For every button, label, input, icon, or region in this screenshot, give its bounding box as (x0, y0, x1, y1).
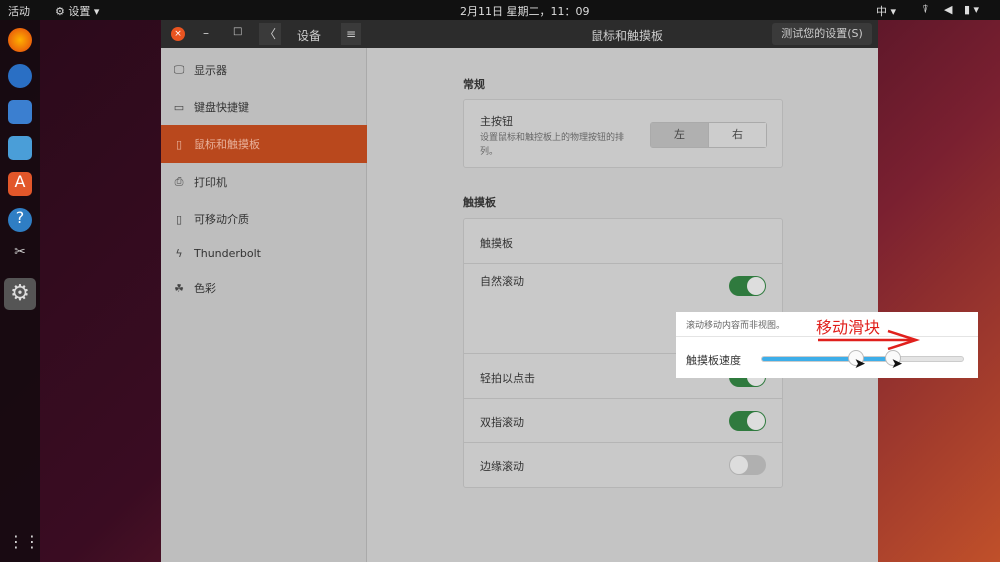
close-icon[interactable]: × (171, 27, 185, 41)
sidebar-item-color[interactable]: ☘ 色彩 (161, 269, 367, 307)
input-method[interactable]: 中 ▾ (876, 3, 896, 19)
document-icon[interactable] (8, 136, 32, 160)
sidebar-item-printers[interactable]: ⎙ 打印机 (161, 163, 367, 201)
sidebar-item-thunderbolt[interactable]: ϟ Thunderbolt (161, 234, 367, 272)
sidebar-item-label: 色彩 (194, 282, 216, 295)
settings-icon[interactable]: ⚙ (4, 278, 36, 310)
edge-scroll-switch[interactable] (729, 455, 766, 475)
help-icon[interactable]: ? (8, 208, 32, 232)
sidebar-item-display[interactable]: 🖵 显示器 (161, 51, 367, 89)
sidebar-item-label: 鼠标和触摸板 (194, 138, 260, 151)
right-button[interactable]: 右 (708, 123, 766, 147)
speed-slider-fill (762, 357, 893, 361)
header-bar: × – □ 〈 设备 ≡ 鼠标和触摸板 测试您的设置(S) (161, 20, 878, 48)
app-menu-label: 设置 ▾ (68, 5, 100, 18)
minimize-icon[interactable]: – (203, 26, 209, 40)
battery-icon[interactable]: ▮ ▾ (964, 3, 979, 16)
general-card: 主按钮 设置鼠标和触控板上的物理按钮的排列。 左 右 (463, 99, 783, 168)
edge-scroll-label: 边缘滚动 (480, 460, 524, 473)
test-settings-button[interactable]: 测试您的设置(S) (772, 23, 872, 45)
sidebar-item-removable-media[interactable]: ▯ 可移动介质 (161, 200, 367, 238)
thunderbolt-icon: ϟ (175, 246, 183, 260)
color-icon: ☘ (174, 281, 184, 295)
speed-label: 触摸板速度 (686, 354, 741, 367)
primary-button-toggle: 左 右 (650, 122, 767, 148)
display-icon: 🖵 (173, 63, 185, 76)
window-title: 鼠标和触摸板 (591, 29, 664, 43)
volume-icon[interactable]: ◀ (944, 3, 952, 16)
software-icon[interactable]: A (8, 172, 32, 196)
primary-button-desc: 设置鼠标和触控板上的物理按钮的排列。 (480, 133, 625, 157)
natural-scroll-label: 自然滚动 (480, 275, 524, 288)
tap-to-click-label: 轻拍以点击 (480, 372, 535, 385)
clock[interactable]: 2月11日 星期二，11：09 (460, 3, 590, 19)
firefox-icon[interactable] (8, 28, 32, 52)
usb-icon: ▯ (175, 212, 183, 226)
sidebar-item-label: Thunderbolt (194, 246, 261, 260)
network-icon[interactable]: ⍒ (922, 3, 929, 17)
activities-button[interactable]: 活动 (8, 3, 30, 19)
cursor-icon: ➤ (891, 356, 903, 372)
app-menu[interactable]: ⚙ 设置 ▾ (55, 3, 99, 19)
touchpad-section-title: 触摸板 (463, 196, 496, 209)
maximize-icon[interactable]: □ (233, 26, 242, 37)
two-finger-row: 双指滚动 (464, 398, 782, 442)
cursor-icon: ➤ (854, 356, 866, 372)
sidebar-item-label: 键盘快捷键 (194, 101, 249, 114)
two-finger-label: 双指滚动 (480, 416, 524, 429)
mouse-icon: ▯ (175, 137, 183, 151)
natural-scroll-desc: 滚动移动内容而非视图。 (686, 321, 786, 331)
main-panel: 常规 主按钮 设置鼠标和触控板上的物理按钮的排列。 左 右 触摸板 触摸板 自然… (367, 48, 978, 562)
grid-icon[interactable]: ⋮⋮ (8, 532, 40, 556)
natural-scroll-switch[interactable] (729, 276, 766, 296)
sidebar-item-keyboard[interactable]: ▭ 键盘快捷键 (161, 88, 367, 126)
touchpad-header-row: 触摸板 (464, 219, 782, 263)
top-bar: 活动 ⚙ 设置 ▾ 2月11日 星期二，11：09 中 ▾ ⍒ ◀ ▮ ▾ (0, 0, 1000, 20)
thunderbird-icon[interactable] (8, 64, 32, 88)
settings-window: × – □ 〈 设备 ≡ 鼠标和触摸板 测试您的设置(S) 🖵 显示器 ▭ 键盘快捷… (161, 20, 978, 562)
touchpad-header-label: 触摸板 (480, 237, 513, 250)
sidebar-item-label: 可移动介质 (194, 213, 249, 226)
annotation-arrow (818, 329, 921, 350)
edge-scroll-row: 边缘滚动 (464, 442, 782, 487)
primary-button-label: 主按钮 (480, 115, 513, 128)
sidebar-item-label: 显示器 (194, 64, 227, 77)
menu-icon[interactable]: ≡ (341, 23, 361, 45)
printer-icon: ⎙ (174, 175, 184, 188)
highlight-region: 滚动移动内容而非视图。 触摸板速度 ➤ ➤ 移动滑块 (676, 312, 978, 378)
back-button[interactable]: 〈 (259, 23, 281, 45)
keyboard-icon: ▭ (173, 100, 185, 114)
sidebar: 🖵 显示器 ▭ 键盘快捷键 ▯ 鼠标和触摸板 ⎙ 打印机 ▯ 可移动介质 ϟ Thunder… (161, 48, 367, 562)
section-title: 设备 (297, 29, 322, 43)
two-finger-switch[interactable] (729, 411, 766, 431)
left-button[interactable]: 左 (651, 123, 708, 147)
sidebar-item-mouse[interactable]: ▯ 鼠标和触摸板 (161, 125, 367, 163)
screenshot-icon[interactable]: ✂ (8, 244, 32, 268)
general-section-title: 常规 (463, 78, 485, 91)
dock: A ? ✂ ⚙ ⋮⋮ (0, 20, 40, 562)
sidebar-item-label: 打印机 (194, 176, 227, 189)
writer-icon[interactable] (8, 100, 32, 124)
